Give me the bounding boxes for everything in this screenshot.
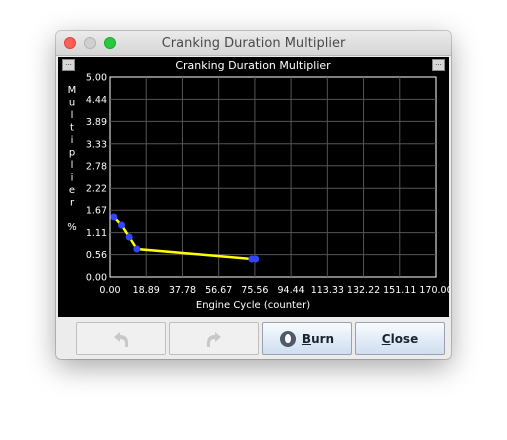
y-axis-label-char: i [71, 135, 74, 146]
title-bar: Cranking Duration Multiplier [56, 31, 451, 56]
y-axis-label-char: r [70, 198, 75, 209]
y-tick-label: 2.78 [86, 161, 107, 172]
x-tick-label: 113.33 [311, 285, 344, 296]
y-axis-label-char: t [70, 123, 74, 134]
data-point [125, 233, 133, 241]
x-tick-label: 132.22 [347, 285, 380, 296]
plot-frame [109, 76, 437, 278]
x-tick-label: 0.00 [99, 285, 120, 296]
undo-icon [114, 331, 128, 347]
close-button[interactable]: Close [355, 322, 445, 355]
flame-icon [279, 330, 296, 347]
y-axis-label-char: i [71, 173, 74, 184]
y-axis-label-char: l [71, 110, 74, 121]
y-axis-label-char: e [69, 185, 75, 196]
data-point [110, 213, 118, 221]
data-point [118, 221, 126, 229]
y-axis-label-char: M [68, 85, 77, 96]
y-tick-label: 0.56 [86, 250, 107, 261]
y-tick-label: 3.33 [86, 139, 107, 150]
redo-button[interactable] [169, 322, 259, 355]
y-tick-label: 1.11 [86, 228, 107, 239]
burn-button[interactable]: Burn [262, 322, 352, 355]
undo-button[interactable] [76, 322, 166, 355]
y-axis-label-char: l [71, 160, 74, 171]
chart-title: Cranking Duration Multiplier [175, 59, 331, 72]
x-tick-label: 18.89 [133, 285, 160, 296]
chart-grid [109, 76, 437, 278]
x-tick-labels: 0.00 18.89 37.78 56.67 75.56 94.44 113.33 132.2… [99, 285, 449, 296]
x-tick-label: 151.11 [383, 285, 416, 296]
y-tick-label: 4.44 [86, 95, 107, 106]
x-tick-label: 170.00 [419, 285, 449, 296]
y-tick-label: 5.00 [86, 73, 107, 84]
series-line [112, 216, 256, 261]
data-point [252, 255, 260, 263]
y-tick-label: 2.22 [86, 184, 107, 195]
y-tick-label: 3.89 [86, 117, 107, 128]
close-button-label: Close [381, 331, 419, 346]
cranking-duration-chart[interactable]: Cranking Duration Multiplier Engine Cycl… [58, 57, 449, 317]
button-bar: Burn Close [56, 318, 451, 359]
series-layer [110, 213, 260, 263]
x-tick-label: 37.78 [169, 285, 196, 296]
redo-icon [207, 331, 221, 347]
window-title: Cranking Duration Multiplier [161, 36, 346, 51]
data-point [133, 245, 141, 253]
x-axis-label: Engine Cycle (counter) [196, 300, 310, 311]
y-axis-label: Multiplier% [67, 85, 77, 233]
y-axis-label-char: % [67, 222, 77, 233]
y-axis-label-char: p [69, 148, 75, 159]
x-tick-label: 75.56 [241, 285, 268, 296]
y-tick-label: 1.67 [86, 206, 107, 217]
y-tick-labels: 0.00 0.56 1.11 1.67 2.22 2.78 3.33 3.89 4.44 5.00 [86, 73, 107, 284]
x-tick-label: 94.44 [278, 285, 305, 296]
burn-button-label: Burn [301, 331, 335, 346]
y-tick-label: 0.00 [86, 273, 107, 284]
chart-panel[interactable]: ... ... Cranking Duration Multiplier Eng… [58, 57, 449, 317]
x-tick-label: 56.67 [205, 285, 232, 296]
y-axis-label-char: u [69, 98, 75, 109]
cranking-duration-window: Cranking Duration Multiplier ... ... Cra… [56, 31, 451, 359]
